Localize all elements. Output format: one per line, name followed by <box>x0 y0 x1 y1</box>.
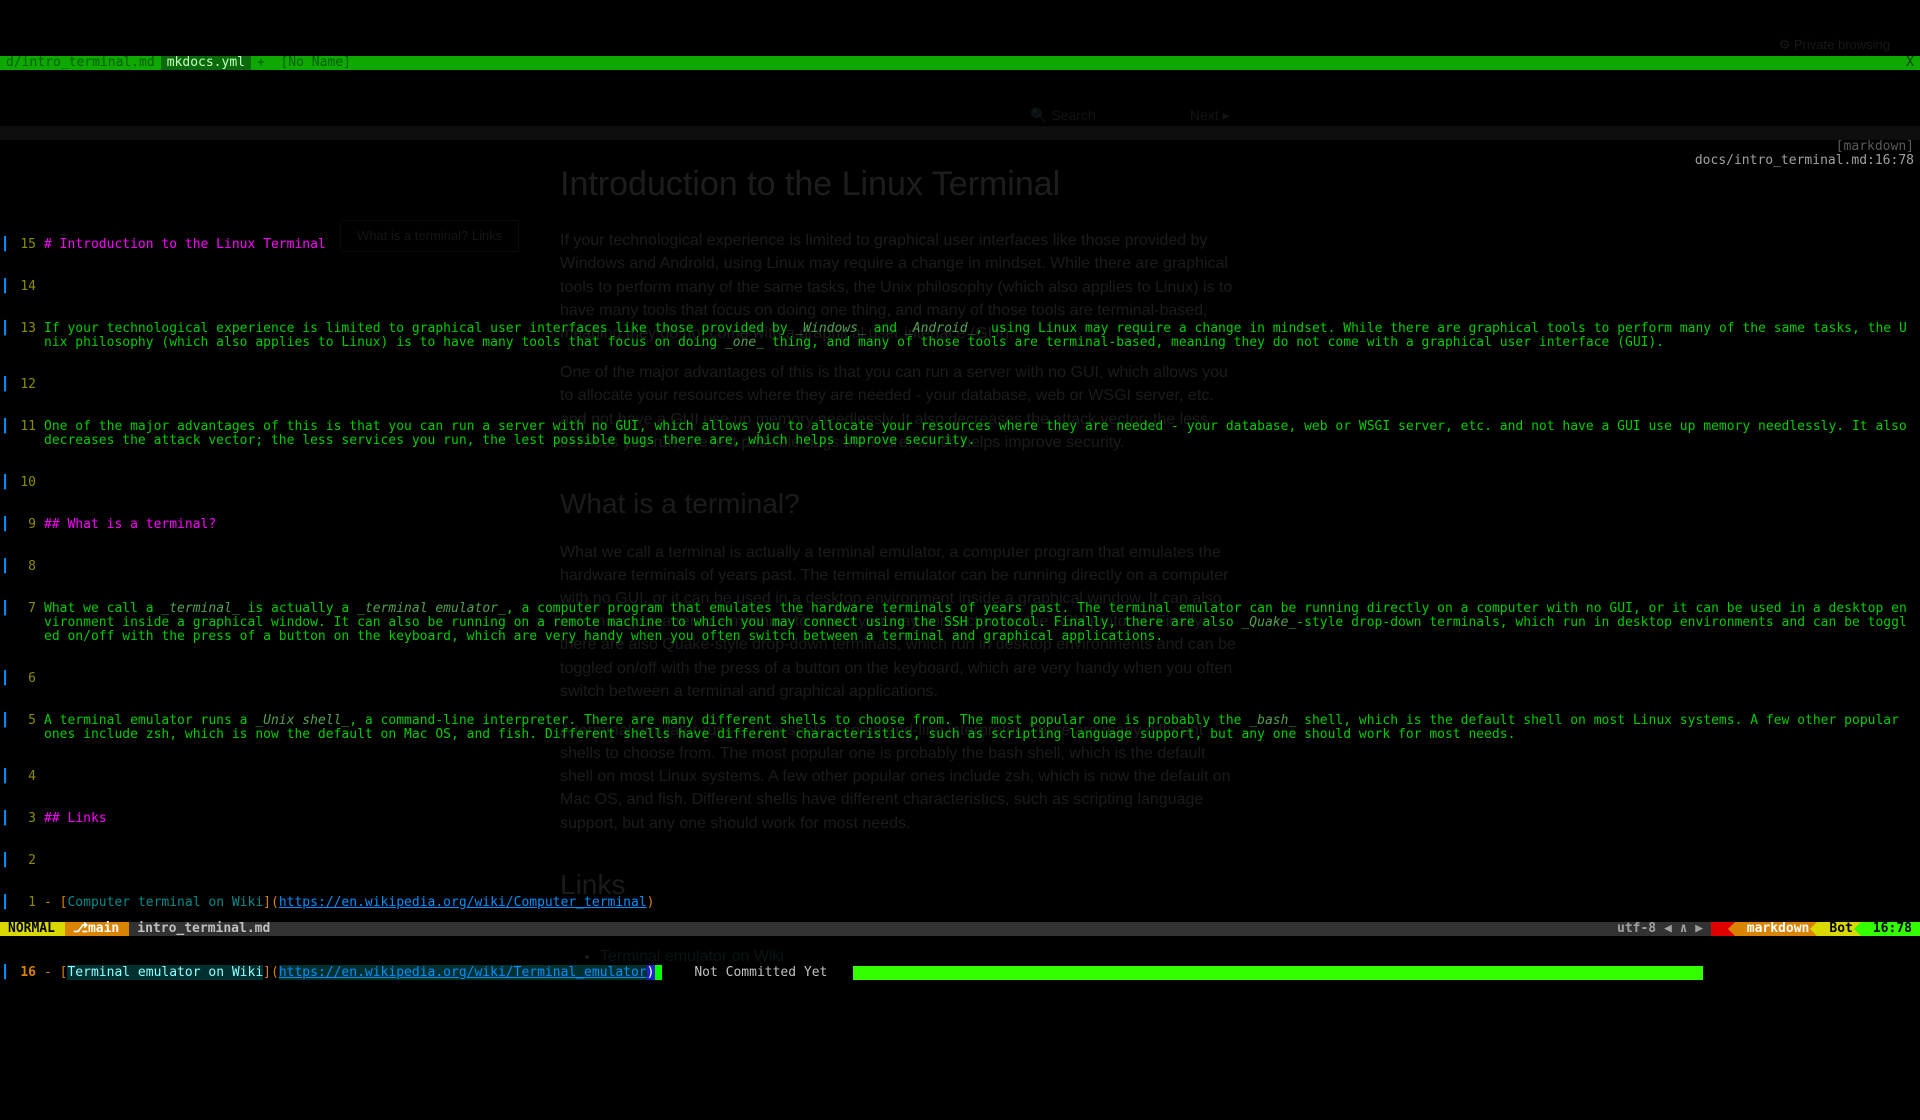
encoding-segment: utf-8 ◀ ∧ ▶ <box>1605 922 1711 936</box>
md-heading: ## What is a terminal? <box>40 518 1920 532</box>
branch-icon: ⎇ <box>73 922 88 936</box>
cursor <box>655 965 663 980</box>
editor-buffer[interactable]: ▎15# Introduction to the Linux Terminal … <box>0 196 1920 1022</box>
linenr: 11 <box>16 420 40 434</box>
git-blame-text: Not Committed Yet <box>688 965 833 980</box>
tab-mkdocs[interactable]: mkdocs.yml <box>161 56 251 70</box>
vim-tabline[interactable]: d/intro_terminal.md mkdocs.yml + [No Nam… <box>0 56 1920 70</box>
filename-segment: intro_terminal.md <box>129 922 280 936</box>
linenr: 13 <box>16 322 40 336</box>
md-link-line: - [Computer terminal on Wiki](https://en… <box>40 896 1920 910</box>
tab-intro-terminal[interactable]: d/intro_terminal.md <box>0 56 161 70</box>
command-line[interactable] <box>0 936 1920 950</box>
linenr: 3 <box>16 812 40 826</box>
linenr: 1 <box>16 896 40 910</box>
linenr: 2 <box>16 854 40 868</box>
linenr: 4 <box>16 770 40 784</box>
terminal-window: d/intro_terminal.md mkdocs.yml + [No Nam… <box>0 0 1920 950</box>
inactive-winbar: [markdown] docs/intro_terminal.md:16:78 <box>0 126 1920 140</box>
linenr: 14 <box>16 280 40 294</box>
linenr-current: 16 <box>16 966 40 980</box>
winbar-filetype: [markdown] <box>1836 139 1914 154</box>
md-paragraph: One of the major advantages of this is t… <box>40 420 1920 448</box>
md-heading: ## Links <box>40 812 1920 826</box>
md-heading: # Introduction to the Linux Terminal <box>40 238 1920 252</box>
linenr: 6 <box>16 672 40 686</box>
git-blame-bar <box>853 966 1703 980</box>
linenr: 10 <box>16 476 40 490</box>
winbar-path: docs/intro_terminal.md:16:78 <box>1695 153 1914 168</box>
linenr: 12 <box>16 378 40 392</box>
tab-close-icon[interactable]: X <box>1900 56 1920 70</box>
git-branch-segment: ⎇ main <box>65 922 129 936</box>
md-paragraph: What we call a _terminal_ is actually a … <box>40 602 1920 644</box>
mode-indicator: NORMAL <box>0 922 65 936</box>
filetype-segment: markdown <box>1735 922 1818 936</box>
tab-noname[interactable]: + [No Name] <box>251 56 357 70</box>
linenr: 8 <box>16 560 40 574</box>
statusline: NORMAL ⎇ main intro_terminal.md utf-8 ◀ … <box>0 922 1920 936</box>
linenr: 7 <box>16 602 40 616</box>
md-link-line: - [Terminal emulator on Wiki](https://en… <box>40 966 668 980</box>
linenr: 5 <box>16 714 40 728</box>
md-paragraph: A terminal emulator runs a _Unix shell_,… <box>40 714 1920 742</box>
linenr: 9 <box>16 518 40 532</box>
cursor-line[interactable]: ▎16 - [Terminal emulator on Wiki](https:… <box>0 966 1920 980</box>
linenr: 15 <box>16 238 40 252</box>
md-paragraph: If your technological experience is limi… <box>40 322 1920 350</box>
linecol-segment: 16:78 <box>1861 922 1920 936</box>
